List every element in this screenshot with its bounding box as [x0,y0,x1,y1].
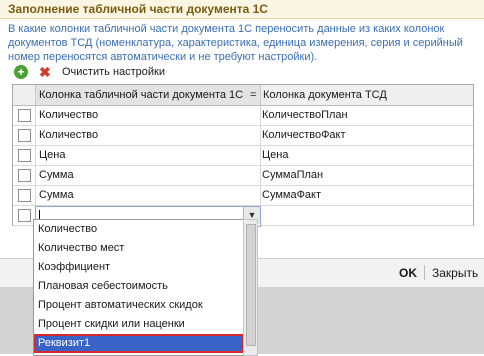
cell-tsd[interactable]: Цена [260,146,473,165]
column-header-tsd[interactable]: Колонка документа ТСД [260,85,473,105]
cell-1c[interactable]: Сумма [35,166,261,185]
cell-1c[interactable]: Сумма [35,186,261,205]
dropdown-item-label: Плановая себестоимость [38,280,168,292]
dropdown-item[interactable]: Коэффициент [34,258,243,277]
column-header-1c[interactable]: Колонка табличной части документа 1С = [35,85,261,105]
ok-button[interactable]: OK [399,266,417,280]
dropdown-item-selected[interactable]: Реквизит1 [34,334,243,353]
cell-1c-text: Сумма [39,189,74,201]
dropdown-item[interactable]: Плановая себестоимость [34,277,243,296]
dropdown-item-label: Количество [38,223,98,235]
sort-indicator: = [250,89,257,101]
cell-tsd-text: КоличествоФакт [262,129,346,141]
cell-tsd-text: СуммаПлан [262,169,324,181]
cell-tsd[interactable]: СуммаПлан [260,166,473,185]
column-header-tsd-label: Колонка документа ТСД [263,89,387,101]
dropdown-scrollbar[interactable] [243,219,258,356]
dropdown-item-label: Реквизит1 [38,337,91,349]
dropdown-item[interactable]: Количество мест [34,239,243,258]
dropdown-item[interactable]: Процент автоматических скидок [34,296,243,315]
cell-tsd-text: Цена [262,149,289,161]
dropdown-item-label: Коэффициент [38,261,111,273]
cell-1c-text: Сумма [39,169,74,181]
cell-1c-text: Количество [39,109,99,121]
description-text: В какие колонки табличной части документ… [8,23,463,63]
row-checkbox[interactable] [18,109,31,122]
table-row[interactable]: Сумма СуммаПлан [13,166,473,186]
toolbar: + ✖ Очистить настройки [14,64,474,81]
delete-icon[interactable]: ✖ [39,64,51,80]
dropdown-item[interactable]: Процент скидки или наценки [34,315,243,334]
scrollbar-thumb[interactable] [246,224,256,346]
dropdown-item-label: Количество мест [38,242,125,254]
row-checkbox[interactable] [18,209,31,222]
table-row[interactable]: Сумма СуммаФакт [13,186,473,206]
table-row[interactable]: Цена Цена [13,146,473,166]
cell-1c[interactable]: Цена [35,146,261,165]
row-checkbox[interactable] [18,169,31,182]
row-checkbox[interactable] [18,129,31,142]
table-row[interactable]: Количество КоличествоПлан [13,106,473,126]
cell-tsd-text: КоличествоПлан [262,109,348,121]
dropdown-item-label: Процент автоматических скидок [38,299,203,311]
clear-settings-button[interactable]: Очистить настройки [62,66,165,78]
cell-tsd[interactable]: КоличествоПлан [260,106,473,125]
cell-1c-text: Количество [39,129,99,141]
cell-tsd-text: СуммаФакт [262,189,322,201]
mapping-table: Колонка табличной части документа 1С = К… [12,84,474,227]
table-header: Колонка табличной части документа 1С = К… [13,85,473,106]
button-separator [424,265,425,280]
column-header-1c-label: Колонка табличной части документа 1С [39,89,244,101]
row-checkbox[interactable] [18,149,31,162]
table-row[interactable]: Количество КоличествоФакт [13,126,473,146]
form-title: Заполнение табличной части документа 1С [8,2,268,16]
row-checkbox[interactable] [18,189,31,202]
close-button[interactable]: Закрыть [432,266,478,280]
cell-tsd[interactable]: СуммаФакт [260,186,473,205]
cell-1c[interactable]: Количество [35,106,261,125]
cell-1c[interactable]: Количество [35,126,261,145]
dropdown-item-label: Процент скидки или наценки [38,318,185,330]
dropdown-item[interactable]: Количество [34,220,243,239]
add-icon[interactable]: + [14,65,28,79]
form-title-bar: Заполнение табличной части документа 1С [0,0,484,19]
cell-1c-text: Цена [39,149,66,161]
cell-tsd[interactable]: КоличествоФакт [260,126,473,145]
cell-tsd[interactable] [260,206,473,225]
dropdown-list[interactable]: Количество Количество мест Коэффициент П… [33,219,244,356]
